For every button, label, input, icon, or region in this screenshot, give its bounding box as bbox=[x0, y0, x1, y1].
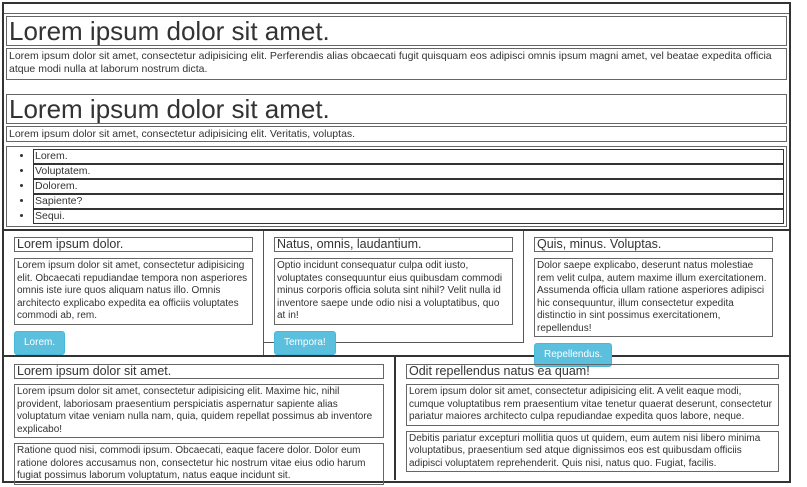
list-item: Sapiente? bbox=[33, 194, 784, 209]
page-container: Lorem ipsum dolor sit amet. Lorem ipsum … bbox=[2, 2, 791, 485]
bottom-column-1-title: Lorem ipsum dolor sit amet. bbox=[14, 364, 384, 379]
two-column-row: Lorem ipsum dolor sit amet. Lorem ipsum … bbox=[4, 357, 789, 485]
list-item: Dolorem. bbox=[33, 179, 784, 194]
column-1: Lorem ipsum dolor. Lorem ipsum dolor sit… bbox=[4, 231, 264, 355]
bottom-column-2-title: Odit repellendus natus ea quam! bbox=[406, 364, 779, 379]
column-3-title: Quis, minus. Voluptas. bbox=[534, 237, 773, 252]
column-1-text: Lorem ipsum dolor sit amet, consectetur … bbox=[14, 258, 253, 325]
column-1-title: Lorem ipsum dolor. bbox=[14, 237, 253, 252]
lorem-button[interactable]: Lorem. bbox=[14, 330, 66, 355]
list-item: Lorem. bbox=[33, 149, 784, 164]
three-column-row: Lorem ipsum dolor. Lorem ipsum dolor sit… bbox=[4, 229, 789, 367]
section1-heading: Lorem ipsum dolor sit amet. bbox=[6, 16, 787, 46]
bottom-column-1-text-1: Lorem ipsum dolor sit amet, consectetur … bbox=[14, 384, 384, 438]
bottom-column-1-text-2: Ratione quod nisi, commodi ipsum. Obcaec… bbox=[14, 443, 384, 485]
bottom-column-2: Odit repellendus natus ea quam! Lorem ip… bbox=[396, 357, 789, 480]
list-item: Sequi. bbox=[33, 209, 784, 224]
section1-paragraph: Lorem ipsum dolor sit amet, consectetur … bbox=[6, 48, 787, 80]
bottom-column-2-text-2: Debitis pariatur excepturi mollitia quos… bbox=[406, 430, 779, 472]
bottom-column-1: Lorem ipsum dolor sit amet. Lorem ipsum … bbox=[4, 357, 396, 485]
column-2-text: Optio incidunt consequatur culpa odit iu… bbox=[274, 258, 513, 325]
column-2: Natus, omnis, laudantium. Optio incidunt… bbox=[264, 231, 524, 355]
bottom-column-2-text-1: Lorem ipsum dolor sit amet, consectetur … bbox=[406, 384, 779, 426]
section2-heading: Lorem ipsum dolor sit amet. bbox=[6, 94, 787, 124]
column-3-text: Dolor saepe explicabo, deserunt natus mo… bbox=[534, 258, 773, 337]
section2-paragraph: Lorem ipsum dolor sit amet, consectetur … bbox=[6, 126, 787, 142]
column-2-title: Natus, omnis, laudantium. bbox=[274, 237, 513, 252]
list-item: Voluptatem. bbox=[33, 164, 784, 179]
top-bar bbox=[4, 4, 789, 14]
column-3: Quis, minus. Voluptas. Dolor saepe expli… bbox=[524, 231, 783, 367]
bullet-list: Lorem. Voluptatem. Dolorem. Sapiente? Se… bbox=[6, 146, 787, 227]
tempora-button[interactable]: Tempora! bbox=[274, 330, 336, 355]
